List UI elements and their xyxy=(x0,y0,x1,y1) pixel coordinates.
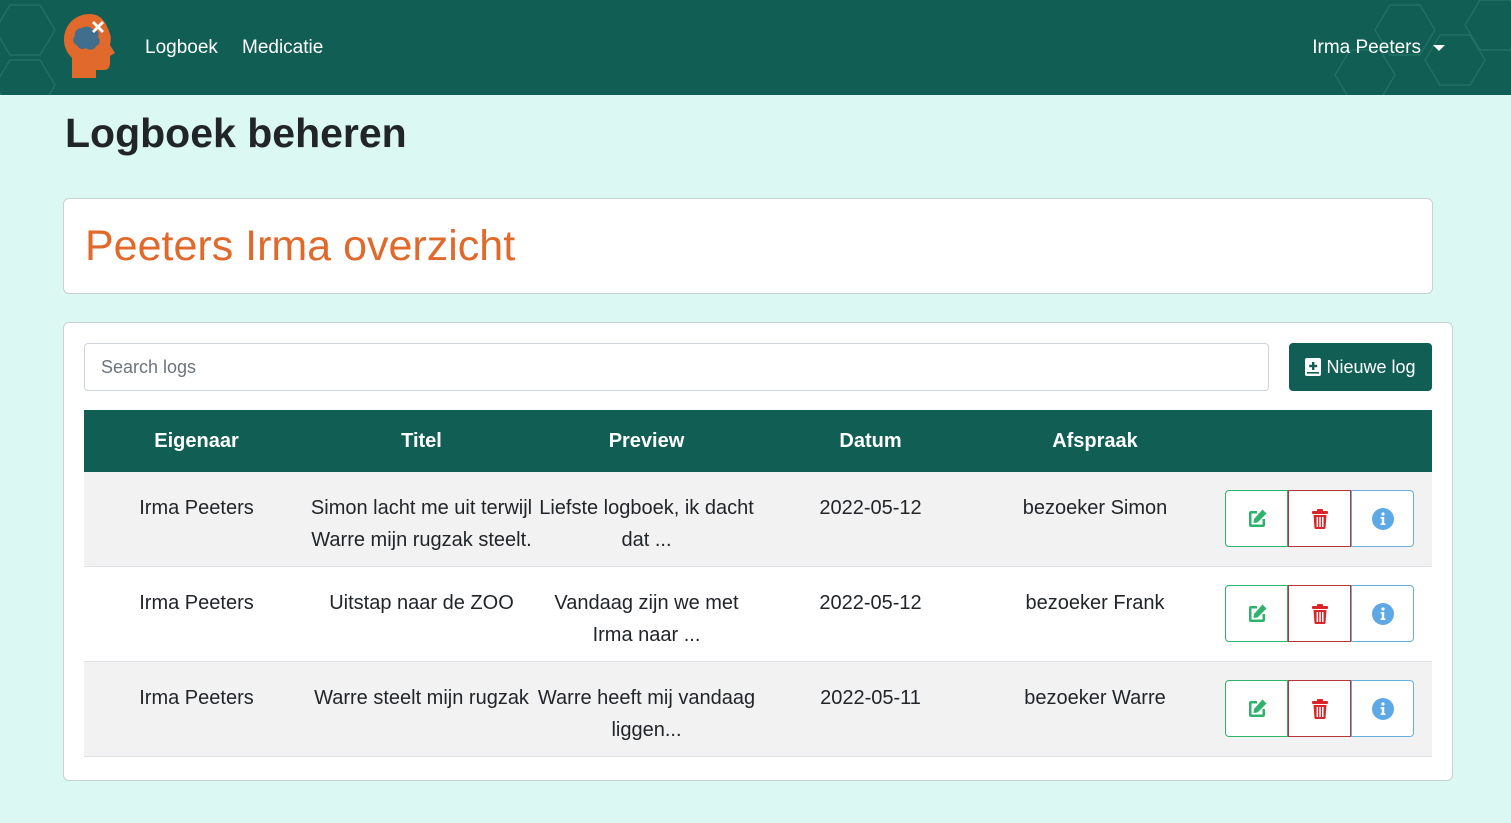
cell-preview: Liefste logboek, ik dacht dat ... xyxy=(539,497,754,551)
cell-appointment: bezoeker Warre xyxy=(1024,687,1166,709)
trash-icon xyxy=(1311,698,1328,719)
overview-title: Peeters Irma overzicht xyxy=(85,222,516,270)
table-row: Irma Peeters Simon lacht me uit terwijl … xyxy=(84,472,1432,567)
navbar-background-pattern xyxy=(0,0,1511,95)
new-log-button[interactable]: Nieuwe log xyxy=(1289,343,1432,391)
table-row: Irma Peeters Uitstap naar de ZOO Vandaag… xyxy=(84,567,1432,662)
info-button[interactable] xyxy=(1351,490,1414,547)
header-eigenaar: Eigenaar xyxy=(154,429,239,452)
header-afspraak: Afspraak xyxy=(1052,429,1138,452)
cell-owner: Irma Peeters xyxy=(139,497,254,519)
info-icon xyxy=(1371,602,1394,625)
cell-owner: Irma Peeters xyxy=(139,592,254,614)
trash-icon xyxy=(1311,508,1328,529)
edit-icon xyxy=(1248,604,1266,622)
search-input[interactable] xyxy=(84,343,1269,391)
navbar: Logboek Medicatie Irma Peeters xyxy=(0,0,1511,95)
edit-button[interactable] xyxy=(1225,490,1288,547)
nav-link-logboek[interactable]: Logboek xyxy=(145,36,218,60)
info-icon xyxy=(1371,697,1394,720)
header-titel: Titel xyxy=(401,429,442,452)
trash-icon xyxy=(1311,603,1328,624)
user-name: Irma Peeters xyxy=(1312,37,1421,58)
info-button[interactable] xyxy=(1351,680,1414,737)
caret-down-icon xyxy=(1433,45,1445,51)
cell-preview: Warre heeft mij vandaag liggen... xyxy=(537,687,756,741)
cell-date: 2022-05-11 xyxy=(820,687,921,709)
add-book-icon xyxy=(1305,358,1322,376)
user-menu[interactable]: Irma Peeters xyxy=(1312,36,1445,60)
edit-button[interactable] xyxy=(1225,585,1288,642)
cell-date: 2022-05-12 xyxy=(819,592,922,614)
info-button[interactable] xyxy=(1351,585,1414,642)
cell-appointment: bezoeker Simon xyxy=(1022,497,1168,519)
edit-icon xyxy=(1248,509,1266,527)
edit-button[interactable] xyxy=(1225,680,1288,737)
cell-appointment: bezoeker Frank xyxy=(1025,592,1165,614)
head-brain-logo-icon[interactable] xyxy=(60,12,120,80)
row-actions xyxy=(1225,680,1414,737)
cell-title: Warre steelt mijn rugzak xyxy=(314,687,529,709)
page-title: Logboek beheren xyxy=(65,110,407,156)
header-datum: Datum xyxy=(839,429,902,452)
header-preview: Preview xyxy=(608,429,685,452)
cell-title: Simon lacht me uit terwijl Warre mijn ru… xyxy=(310,497,533,551)
cell-date: 2022-05-12 xyxy=(819,497,922,519)
info-icon xyxy=(1371,507,1394,530)
new-log-label: Nieuwe log xyxy=(1326,356,1416,377)
edit-icon xyxy=(1248,699,1266,717)
table-header: Eigenaar Titel Preview Datum Afspraak xyxy=(84,410,1432,472)
overview-card: Peeters Irma overzicht xyxy=(63,198,1433,294)
cell-title: Uitstap naar de ZOO xyxy=(329,592,514,614)
delete-button[interactable] xyxy=(1288,585,1351,642)
table-row: Irma Peeters Warre steelt mijn rugzak Wa… xyxy=(84,662,1432,757)
row-actions xyxy=(1225,585,1414,642)
row-actions xyxy=(1225,490,1414,547)
delete-button[interactable] xyxy=(1288,680,1351,737)
cell-preview: Vandaag zijn we met Irma naar ... xyxy=(554,592,739,646)
logs-table: Eigenaar Titel Preview Datum Afspraak Ir… xyxy=(84,410,1432,757)
delete-button[interactable] xyxy=(1288,490,1351,547)
logs-card: Nieuwe log Eigenaar Titel Preview Datum … xyxy=(63,322,1453,781)
nav-link-medicatie[interactable]: Medicatie xyxy=(242,36,323,60)
cell-owner: Irma Peeters xyxy=(139,687,254,709)
